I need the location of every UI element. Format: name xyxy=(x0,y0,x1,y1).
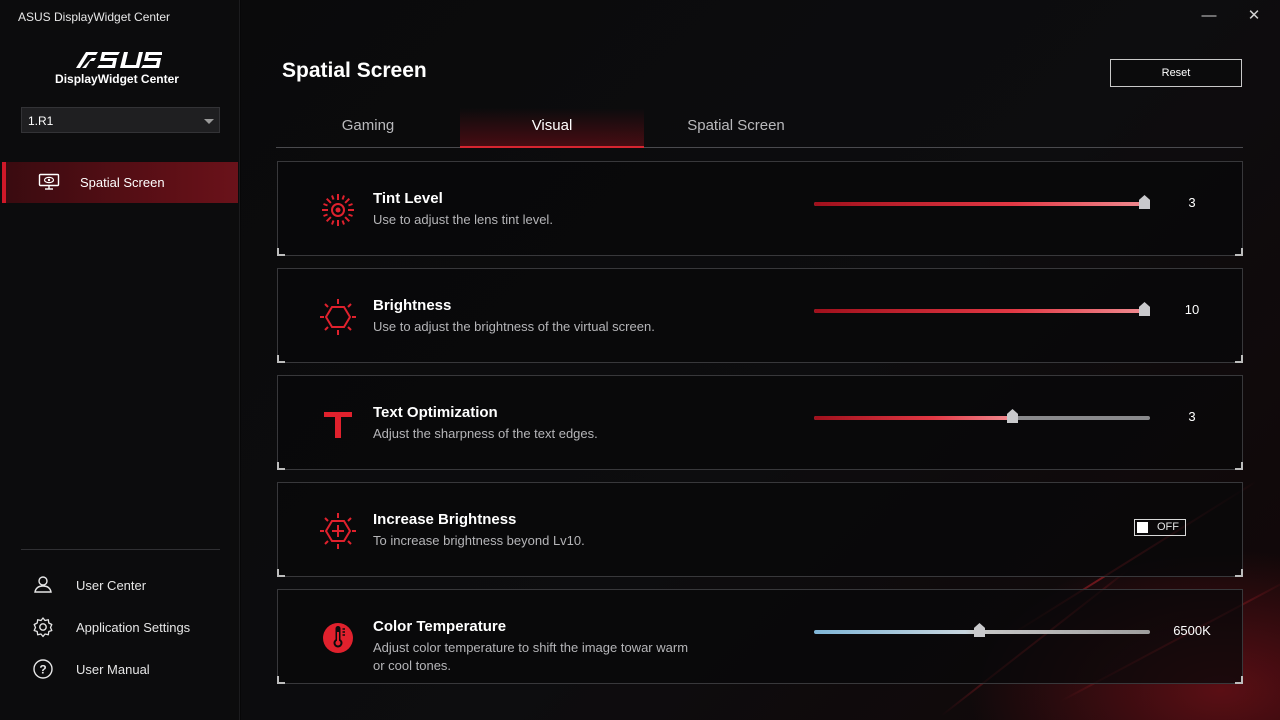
slider-fill xyxy=(814,309,1144,313)
user-center-link[interactable]: User Center xyxy=(32,574,232,596)
card-corner xyxy=(277,462,285,470)
setting-card-increase-brightness: Increase Brightness To increase brightne… xyxy=(277,482,1243,577)
thermometer-icon xyxy=(323,623,353,653)
asus-logo xyxy=(76,52,162,68)
sidebar-item-label: Spatial Screen xyxy=(80,175,165,190)
minimize-button[interactable]: — xyxy=(1196,6,1222,26)
sidebar: DisplayWidget Center 1.R1 Spatial Screen… xyxy=(0,0,240,720)
application-settings-label: Application Settings xyxy=(76,620,191,635)
setting-title: Brightness xyxy=(373,297,452,314)
setting-title: Color Temperature xyxy=(373,618,507,635)
tab-gaming[interactable]: Gaming xyxy=(276,108,460,148)
application-settings-link[interactable]: Application Settings xyxy=(32,616,232,638)
tint-sun-icon xyxy=(322,194,354,226)
toggle-label: OFF xyxy=(1157,521,1179,533)
setting-description: Adjust color temperature to shift the im… xyxy=(373,640,689,673)
tint-level-slider[interactable] xyxy=(814,195,1150,209)
app-window: DisplayWidget Center 1.R1 Spatial Screen… xyxy=(0,0,1280,720)
setting-card-tint-level: Tint Level Use to adjust the lens tint l… xyxy=(277,161,1243,256)
tab-bar: Gaming Visual Spatial Screen xyxy=(276,108,1243,148)
brightness-plus-icon xyxy=(320,513,356,549)
card-corner xyxy=(277,248,285,256)
main-panel: Spatial Screen Reset Gaming Visual Spati… xyxy=(241,0,1280,720)
card-corner xyxy=(277,569,285,577)
setting-title: Text Optimization xyxy=(373,404,498,421)
setting-title: Tint Level xyxy=(373,190,443,207)
close-button[interactable]: ✕ xyxy=(1241,6,1267,26)
reset-button[interactable]: Reset xyxy=(1110,59,1242,87)
toggle-knob xyxy=(1137,522,1148,533)
card-corner xyxy=(277,676,285,684)
setting-description: Use to adjust the brightness of the virt… xyxy=(373,319,655,334)
text-t-icon xyxy=(324,412,352,438)
setting-value: 6500K xyxy=(1173,623,1211,638)
sidebar-item-spatial-screen[interactable]: Spatial Screen xyxy=(2,162,238,203)
setting-value: 3 xyxy=(1188,409,1196,424)
setting-description: Adjust the sharpness of the text edges. xyxy=(373,426,598,441)
card-corner xyxy=(1235,462,1243,470)
tab-visual[interactable]: Visual xyxy=(460,108,644,148)
gear-icon xyxy=(33,617,53,638)
app-name: DisplayWidget Center xyxy=(55,72,179,86)
tab-spatial-screen[interactable]: Spatial Screen xyxy=(644,108,828,148)
setting-description: Use to adjust the lens tint level. xyxy=(373,212,553,227)
setting-value: 3 xyxy=(1188,195,1196,210)
brightness-slider[interactable] xyxy=(814,302,1150,316)
window-title: ASUS DisplayWidget Center xyxy=(18,10,171,24)
slider-thumb[interactable] xyxy=(1139,302,1150,316)
svg-text:?: ? xyxy=(39,663,46,677)
card-corner xyxy=(1235,676,1243,684)
monitor-select[interactable]: 1.R1 xyxy=(21,107,220,133)
user-bell-icon xyxy=(34,576,52,593)
slider-thumb[interactable] xyxy=(1007,409,1018,423)
setting-description: To increase brightness beyond Lv10. xyxy=(373,533,585,548)
slider-thumb[interactable] xyxy=(1139,195,1150,209)
setting-value: 10 xyxy=(1184,302,1200,317)
card-corner xyxy=(277,355,285,363)
card-corner xyxy=(1235,248,1243,256)
monitor-select-value: 1.R1 xyxy=(28,114,54,128)
text-optimization-slider[interactable] xyxy=(814,409,1150,423)
user-manual-label: User Manual xyxy=(76,662,150,677)
setting-title: Increase Brightness xyxy=(373,511,517,528)
setting-card-color-temperature: Color Temperature Adjust color temperatu… xyxy=(277,589,1243,684)
page-title: Spatial Screen xyxy=(282,59,427,82)
chevron-down-icon xyxy=(204,119,214,124)
question-circle-icon: ? xyxy=(33,659,53,679)
setting-card-brightness: Brightness Use to adjust the brightness … xyxy=(277,268,1243,363)
card-corner xyxy=(1235,355,1243,363)
user-manual-link[interactable]: ? User Manual xyxy=(32,658,232,680)
user-center-label: User Center xyxy=(76,578,147,593)
card-corner xyxy=(1235,569,1243,577)
slider-thumb[interactable] xyxy=(974,623,985,637)
color-temperature-slider[interactable] xyxy=(814,623,1150,637)
slider-fill xyxy=(814,416,1012,420)
increase-brightness-toggle[interactable]: OFF xyxy=(1134,519,1186,536)
setting-card-text-optimization: Text Optimization Adjust the sharpness o… xyxy=(277,375,1243,470)
title-bar: ASUS DisplayWidget Center — ✕ xyxy=(0,0,1280,32)
sidebar-divider xyxy=(21,549,220,550)
slider-fill xyxy=(814,202,1144,206)
monitor-eye-icon xyxy=(38,173,60,190)
brightness-hexagon-icon xyxy=(320,299,356,335)
